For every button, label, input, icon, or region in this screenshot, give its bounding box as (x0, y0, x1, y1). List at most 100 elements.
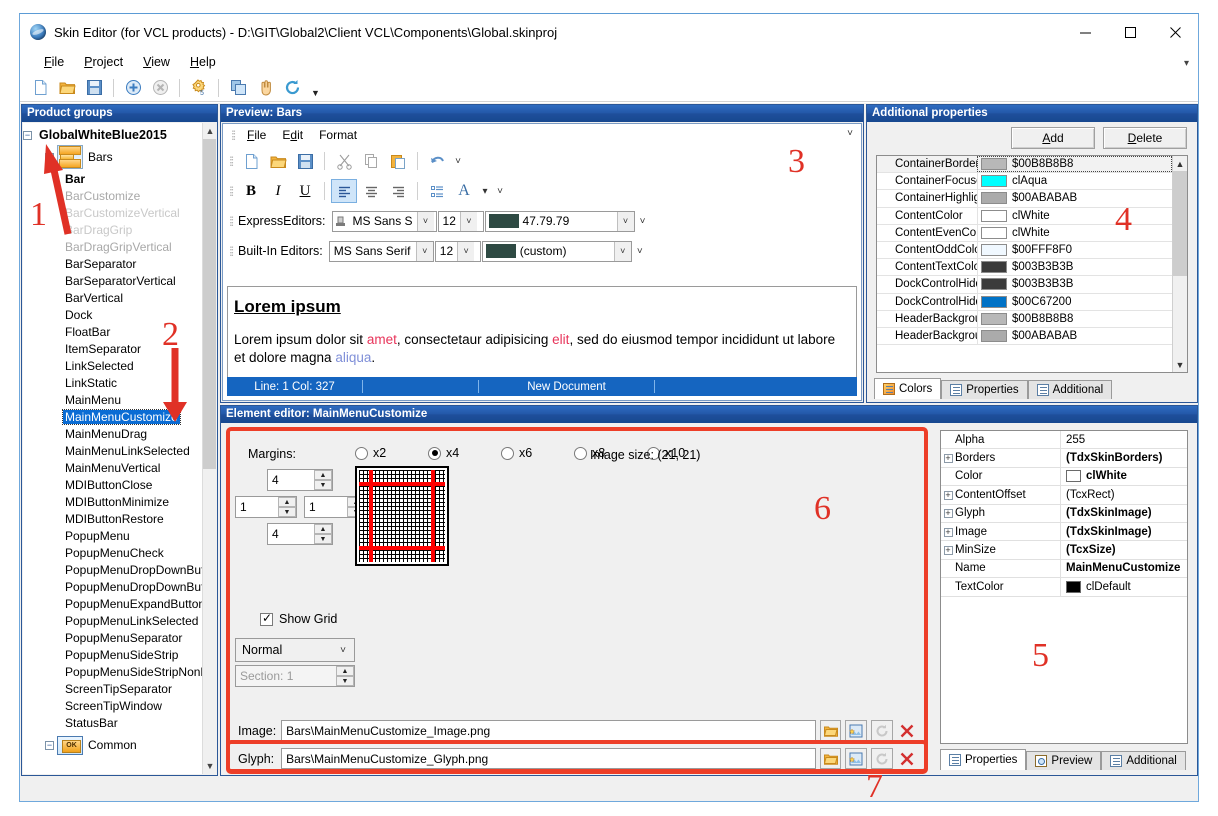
tree-item-popupmenudropdownbutt[interactable]: ⌐PopupMenuDropDownButt (23, 561, 202, 578)
scroll-up-arrow-icon[interactable]: ▲ (203, 123, 216, 139)
save-disk-icon[interactable] (82, 76, 106, 100)
clear-x-icon[interactable] (897, 720, 919, 741)
align-center-icon[interactable] (358, 179, 384, 203)
expand-toggle-icon[interactable]: + (941, 544, 955, 556)
spin-up-icon[interactable]: ▲ (278, 497, 296, 507)
checkbox-box[interactable] (260, 611, 273, 626)
property-value-cell[interactable]: (TcxRect) (1060, 486, 1187, 504)
color-row[interactable]: DockControlHidd $00C67200 (877, 293, 1172, 311)
tab-colors[interactable]: Colors (874, 378, 942, 399)
toolbar-grip-icon[interactable]: ⁞⁞ (229, 184, 235, 199)
preview-menu-format[interactable]: Format (311, 126, 365, 144)
color-value-cell[interactable]: $00FFF8F0 (977, 241, 1172, 259)
underline-icon[interactable]: U (292, 179, 318, 203)
chevron-down-icon[interactable]: ˅ (459, 211, 477, 231)
property-value-cell[interactable]: (TdxSkinBorders) (1060, 449, 1187, 467)
tree-item-mdibuttonclose[interactable]: ⌐MDIButtonClose (23, 476, 202, 493)
menu-view[interactable]: View (133, 52, 180, 72)
paste-icon[interactable] (385, 149, 411, 173)
add-circle-icon[interactable] (121, 76, 145, 100)
open-folder-icon[interactable] (265, 149, 291, 173)
menu-project[interactable]: Project (74, 52, 133, 72)
tree-item-popupmenuseparator[interactable]: ⌐PopupMenuSeparator (23, 629, 202, 646)
color-value-cell[interactable]: clWhite (977, 207, 1172, 224)
tree-item-mainmenulinkselected[interactable]: ⌐MainMenuLinkSelected (23, 442, 202, 459)
color-row[interactable]: ContentOddColor $00FFF8F0 (877, 241, 1172, 260)
add-button[interactable]: Add (1011, 127, 1095, 149)
expand-toggle-icon[interactable]: + (941, 507, 955, 519)
menu-help[interactable]: Help (180, 52, 226, 72)
express-size-combo[interactable]: 12 ˅ (437, 210, 484, 232)
tab-preview[interactable]: Preview (1026, 751, 1102, 770)
tree-item-barseparator[interactable]: ⌐BarSeparator (23, 255, 202, 272)
font-color-icon[interactable]: A (451, 179, 477, 203)
property-row[interactable]: Color clWhite (941, 467, 1187, 487)
cut-scissors-icon[interactable] (331, 149, 357, 173)
toolbar-grip-icon[interactable]: ⁞⁞ (229, 214, 235, 229)
spin-down-icon[interactable]: ▼ (278, 507, 296, 517)
builtin-size-combo[interactable]: 12 ˅ (434, 240, 481, 262)
scroll-down-arrow-icon[interactable]: ▼ (203, 758, 216, 774)
colors-grid[interactable]: ContainerBorderC $00B8B8B8 ContainerFocuse… (877, 156, 1172, 372)
color-value-cell[interactable]: $00B8B8B8 (977, 310, 1172, 327)
zoom-radio-x2[interactable]: x2 (355, 446, 386, 460)
hand-icon[interactable] (253, 76, 277, 100)
chevron-down-icon[interactable]: ˅ (340, 645, 346, 656)
spin-up-icon[interactable]: ▲ (314, 470, 332, 480)
margin-bottom-spinner[interactable]: 4 ▲ ▼ (267, 523, 333, 545)
express-overflow-chevron-down-icon[interactable]: ˅ (636, 216, 650, 227)
save-as-image-icon[interactable] (845, 748, 867, 769)
minimize-button[interactable] (1063, 14, 1108, 50)
chevron-down-icon[interactable]: ˅ (416, 211, 434, 231)
tree-item-barvertical[interactable]: ⌐BarVertical (23, 289, 202, 306)
delete-circle-icon[interactable] (148, 76, 172, 100)
tree-item-mdibuttonminimize[interactable]: ⌐MDIButtonMinimize (23, 493, 202, 510)
format-toolbar-overflow-chevron-down-icon[interactable]: ˅ (493, 186, 507, 197)
toolbar-grip-icon[interactable]: ⁞⁞ (231, 128, 237, 143)
tree-item-screentipwindow[interactable]: ⌐ScreenTipWindow (23, 697, 202, 714)
property-value-cell[interactable]: (TdxSkinImage) (1060, 522, 1187, 541)
chevron-down-icon[interactable]: ˅ (613, 241, 631, 261)
zoom-radio-x6[interactable]: x6 (501, 446, 532, 460)
color-row[interactable]: HeaderBackgrou $00ABABAB (877, 327, 1172, 346)
toolbar-grip-icon[interactable]: ⁞⁞ (229, 244, 235, 259)
glyph-path-input[interactable] (281, 748, 816, 769)
property-value-cell[interactable]: (TcxSize) (1060, 541, 1187, 559)
tab-additional[interactable]: Additional (1027, 380, 1113, 399)
expand-toggle-icon[interactable]: + (941, 452, 955, 464)
color-value-cell[interactable]: clAqua (977, 173, 1172, 190)
tree-item-mdibuttonrestore[interactable]: ⌐MDIButtonRestore (23, 510, 202, 527)
toolbar-overflow-icon[interactable]: ▼ (311, 88, 320, 101)
tree-item-mainmenudrag[interactable]: ⌐MainMenuDrag (23, 425, 202, 442)
italic-icon[interactable]: I (265, 179, 291, 203)
color-value-cell[interactable]: $003B3B3B (977, 276, 1172, 293)
gears-icon[interactable]: 5 (187, 76, 211, 100)
colors-grid-scrollbar[interactable]: ▲ ▼ (1172, 156, 1187, 372)
tree-item-screentipseparator[interactable]: ⌐ScreenTipSeparator (23, 680, 202, 697)
scroll-down-arrow-icon[interactable]: ▼ (1173, 357, 1187, 372)
builtin-color-combo[interactable]: (custom) ˅ (481, 240, 632, 262)
color-row[interactable]: ContainerBorderC $00B8B8B8 (877, 156, 1172, 174)
spinner-buttons[interactable]: ▲▼ (278, 497, 296, 517)
close-button[interactable] (1153, 14, 1198, 50)
property-row[interactable]: Name MainMenuCustomize (941, 559, 1187, 579)
refresh-icon[interactable] (280, 76, 304, 100)
save-disk-icon[interactable] (292, 149, 318, 173)
open-folder-icon[interactable] (55, 76, 79, 100)
tree-scrollbar[interactable]: ▲ ▼ (202, 123, 216, 774)
align-right-icon[interactable] (385, 179, 411, 203)
tree-item-mainmenuvertical[interactable]: ⌐MainMenuVertical (23, 459, 202, 476)
tree-item-popupmenulinkselected[interactable]: ⌐PopupMenuLinkSelected (23, 612, 202, 629)
undo-dropdown-chevron-down-icon[interactable]: ˅ (451, 156, 465, 167)
preview-document[interactable]: Lorem ipsum Lorem ipsum dolor sit amet, … (227, 286, 857, 382)
property-value-cell[interactable]: clWhite (1060, 467, 1187, 486)
color-row[interactable]: HeaderBackgrou $00B8B8B8 (877, 310, 1172, 328)
open-folder-icon[interactable] (819, 720, 842, 741)
spinner-buttons[interactable]: ▲▼ (314, 524, 332, 544)
color-value-cell[interactable]: $003B3B3B (977, 259, 1172, 276)
align-left-icon[interactable] (331, 179, 357, 203)
color-value-cell[interactable]: $00C67200 (977, 293, 1172, 310)
preview-expand-chevron-down-icon[interactable]: ˅ (847, 128, 853, 139)
color-row[interactable]: DockControlHidd $003B3B3B (877, 276, 1172, 294)
maximize-button[interactable] (1108, 14, 1153, 50)
